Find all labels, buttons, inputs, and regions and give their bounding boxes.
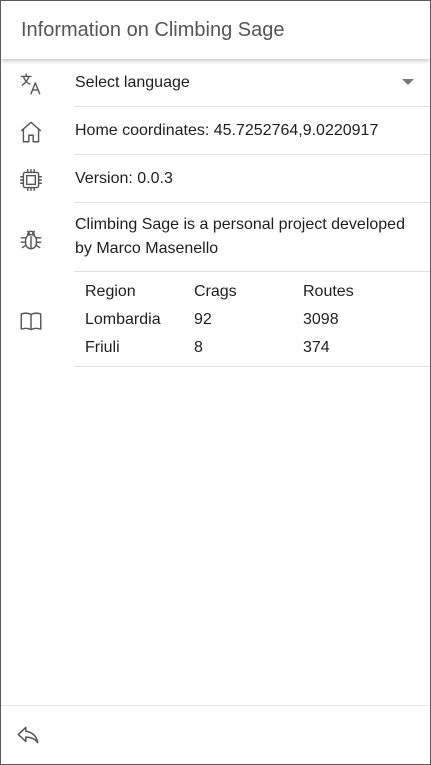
back-arrow-icon[interactable]: [15, 722, 41, 748]
version-content: Version: 0.0.3: [74, 155, 430, 203]
translate-icon: [18, 71, 44, 97]
bug-icon: [18, 227, 44, 253]
chip-icon: [18, 167, 44, 193]
cell-region: Friuli: [85, 339, 120, 356]
chevron-down-icon: [402, 79, 414, 85]
regions-table: Region Crags Routes Lombardia 92 3098 Fr…: [76, 278, 383, 362]
cell-routes: 374: [303, 339, 330, 356]
stats-row: Region Crags Routes Lombardia 92 3098 Fr…: [1, 272, 430, 367]
stats-content: Region Crags Routes Lombardia 92 3098 Fr…: [74, 272, 430, 367]
app-window: Information on Climbing Sage Select lang…: [0, 0, 431, 765]
cell-crags: 92: [194, 311, 212, 328]
version-text: Version: 0.0.3: [75, 170, 173, 187]
language-select-label: Select language: [75, 74, 190, 91]
home-coordinates-text: Home coordinates: 45.7252764,9.0220917: [75, 122, 379, 139]
app-header: Information on Climbing Sage: [1, 1, 430, 59]
home-coordinates-content: Home coordinates: 45.7252764,9.0220917: [74, 107, 430, 155]
column-header-routes: Routes: [303, 283, 354, 300]
language-select[interactable]: Select language: [74, 59, 430, 107]
about-content: Climbing Sage is a personal project deve…: [74, 203, 430, 272]
page-title: Information on Climbing Sage: [21, 19, 285, 41]
version-row: Version: 0.0.3: [1, 155, 430, 203]
about-text-line2: by Marco Masenello: [75, 240, 219, 257]
table-row: Lombardia 92 3098: [76, 306, 383, 334]
cell-routes: 3098: [303, 311, 339, 328]
about-row: Climbing Sage is a personal project deve…: [1, 203, 430, 272]
book-icon: [18, 308, 44, 334]
about-text-line1: Climbing Sage is a personal project deve…: [75, 216, 405, 233]
home-coordinates-row: Home coordinates: 45.7252764,9.0220917: [1, 107, 430, 155]
column-header-crags: Crags: [194, 283, 237, 300]
cell-region: Lombardia: [85, 311, 161, 328]
footer-bar: [1, 705, 430, 764]
cell-crags: 8: [194, 339, 203, 356]
column-header-region: Region: [85, 283, 136, 300]
language-row[interactable]: Select language: [1, 59, 430, 107]
home-icon: [18, 119, 44, 145]
table-header-row: Region Crags Routes: [76, 278, 383, 306]
table-row: Friuli 8 374: [76, 334, 383, 362]
